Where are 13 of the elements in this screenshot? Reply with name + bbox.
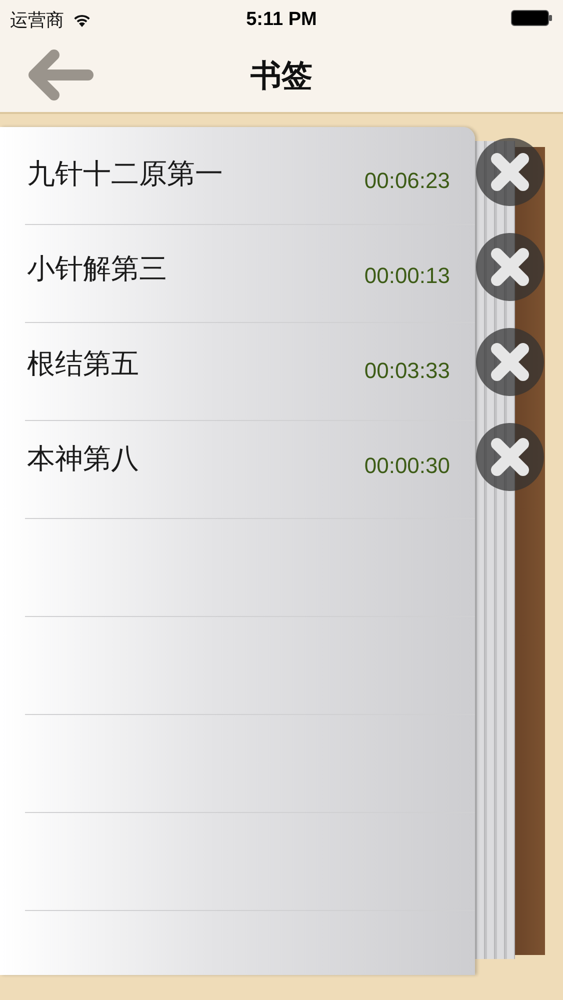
wifi-icon xyxy=(72,12,92,28)
clock-time: 5:11 PM xyxy=(245,9,318,31)
bookmark-time: 00:00:30 xyxy=(364,452,450,478)
carrier-name: 运营商 xyxy=(10,9,64,32)
bookmark-time: 00:06:23 xyxy=(364,168,450,194)
bookmark-title: 小针解第三 xyxy=(27,252,167,286)
bookmark-time: 00:00:13 xyxy=(364,262,450,288)
bookmark-title: 九针十二原第一 xyxy=(27,156,223,190)
battery-icon xyxy=(511,8,553,26)
bookmark-title: 根结第五 xyxy=(27,346,139,380)
bookmark-time: 00:03:33 xyxy=(364,358,450,384)
bookmark-title: 本神第八 xyxy=(27,442,139,476)
screen-title: 书签 xyxy=(250,57,314,95)
